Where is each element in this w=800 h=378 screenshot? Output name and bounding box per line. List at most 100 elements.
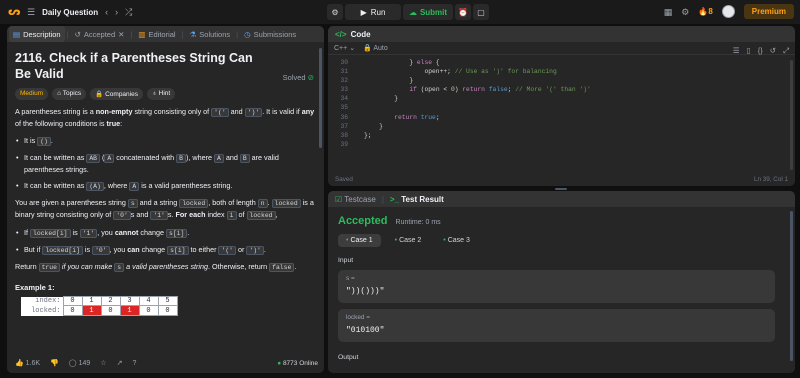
list-item: If locked[i] is '1', you cannot change s… (15, 227, 316, 239)
line-number: 32 (340, 77, 348, 85)
prev-problem-icon[interactable]: ‹ (105, 7, 108, 17)
problem-list-icon[interactable]: ☰ (27, 7, 35, 17)
description-panel: ▤ Description | ↺ Accepted ✕ | ▥ Editorial |… (7, 26, 324, 373)
online-dot-icon: ● (277, 359, 282, 367)
problem-list-title[interactable]: Daily Question (42, 8, 98, 17)
table-cell: 3 (119, 296, 140, 306)
tab-submissions[interactable]: ◷ Submissions (240, 26, 300, 42)
input-s-box: s = "))()))" (338, 270, 775, 303)
star-icon[interactable]: ☆ (100, 359, 106, 367)
run-button[interactable]: ▶ Run (345, 4, 401, 20)
code-line: 34 } (328, 94, 795, 103)
thumbs-up-icon: 👍 (15, 360, 24, 367)
tab-divider: | (181, 29, 184, 39)
param-value: "))()))" (346, 287, 385, 296)
hint-chip[interactable]: ♁ Hint (146, 88, 176, 100)
code-panel: </> Code C++ ⌄ 🔒 Auto ☰ ▯ {} ↺ ⤢ 30 } els… (328, 26, 795, 186)
tab-description[interactable]: ▤ Description (9, 26, 65, 42)
notes-icon[interactable]: ▢ (473, 4, 489, 20)
page-title: 2116. Check if a Parentheses String Can … (15, 51, 253, 81)
reset-icon[interactable]: ↺ (770, 46, 776, 56)
save-status: Saved (335, 176, 353, 183)
share-icon[interactable]: ↗ (117, 359, 123, 367)
submit-button[interactable]: ☁ Submit (403, 4, 453, 20)
conditions-list: It is (). It can be written as AB (A con… (15, 135, 316, 192)
layout-icon[interactable]: ▦ (664, 7, 673, 17)
avatar[interactable] (721, 5, 735, 18)
chevron-down-icon: ⌄ (349, 45, 356, 52)
history-icon: ↺ (74, 29, 81, 39)
tab-editorial[interactable]: ▥ Editorial (134, 26, 179, 42)
next-problem-icon[interactable]: › (115, 7, 118, 17)
code-editor[interactable]: 30 } else {31 open++; // Use as ')' for … (328, 55, 795, 149)
chip-label: Companies (105, 91, 138, 98)
list-item: It can be written as (A), where A is a v… (15, 180, 316, 192)
pass-dot-icon: • (346, 237, 349, 244)
check-circle-icon: ⊘ (307, 73, 314, 82)
line-code: open++; // Use as ')' for balancing (364, 68, 557, 76)
online-label: 8773 Online (282, 359, 318, 367)
scrollbar[interactable] (790, 211, 793, 361)
line-code: } (364, 95, 399, 103)
test-result-panel: ☑ Testcase | >_ Test Result Accepted Run… (328, 191, 795, 373)
scrollbar[interactable] (319, 48, 322, 148)
dislike-icon[interactable]: 👎 (50, 359, 59, 367)
debug-icon[interactable]: ⚙ (327, 4, 343, 20)
code-line: 32 } (328, 76, 795, 85)
help-icon[interactable]: ? (132, 360, 136, 367)
table-cell: 0 (157, 305, 178, 316)
braces-icon[interactable]: {} (758, 46, 763, 56)
streak-counter[interactable]: 🔥8 (698, 7, 712, 16)
topics-chip[interactable]: ⌂ Topics (52, 88, 87, 100)
case-tab-1[interactable]: • Case 1 (338, 234, 381, 247)
alarm-icon[interactable]: ⏰ (455, 4, 471, 20)
case-label: Case 2 (399, 237, 422, 244)
cursor-position: Ln 39, Col 1 (754, 176, 788, 183)
companies-chip[interactable]: 🔒 Companies (90, 88, 143, 100)
chip-label: Hint (158, 90, 171, 97)
notes-icon[interactable]: ☰ (733, 46, 740, 56)
close-icon[interactable]: ✕ (118, 30, 124, 39)
run-label: Run (370, 7, 386, 17)
leetcode-logo-icon[interactable]: ᔕ (8, 6, 21, 18)
pass-dot-icon: • (443, 237, 446, 244)
result-tabbar: ☑ Testcase | >_ Test Result (328, 191, 795, 207)
like-button[interactable]: 👍 1.6K (15, 359, 40, 367)
param-label: locked = (346, 314, 370, 321)
tab-solutions[interactable]: ⚗ Solutions (186, 26, 235, 42)
tab-divider: | (66, 29, 69, 39)
scrollbar[interactable] (790, 60, 793, 170)
autocomplete-toggle[interactable]: 🔒 Auto (363, 44, 388, 52)
resize-handle[interactable] (555, 188, 567, 190)
language-select[interactable]: C++ ⌄ (334, 44, 355, 52)
case-tab-3[interactable]: • Case 3 (435, 234, 478, 247)
case-tab-2[interactable]: • Case 2 (387, 234, 430, 247)
comments-button[interactable]: ◯ 149 (69, 359, 90, 367)
tab-test-result[interactable]: >_ Test Result (390, 195, 444, 204)
tab-testcase[interactable]: ☑ Testcase (335, 195, 376, 204)
lock-icon: 🔒 (363, 45, 372, 52)
chip-label: Topics (62, 90, 82, 97)
cloud-upload-icon: ☁ (408, 7, 417, 17)
premium-button[interactable]: Premium (743, 4, 794, 19)
case-label: Case 1 (350, 237, 373, 244)
tab-label: Accepted (83, 29, 116, 39)
line-number: 33 (340, 86, 348, 94)
result-status: Accepted Runtime: 0 ms (328, 207, 795, 227)
description-paragraph: A parentheses string is a non-empty stri… (15, 107, 315, 128)
fullscreen-icon[interactable]: ⤢ (783, 46, 789, 56)
bookmark-icon[interactable]: ▯ (747, 46, 751, 56)
settings-gear-icon[interactable]: ⚙ (681, 7, 689, 17)
play-icon: ▶ (360, 7, 367, 17)
code-line: 31 open++; // Use as ')' for balancing (328, 67, 795, 76)
shuffle-icon[interactable]: ⤮ (125, 7, 132, 17)
input-label: Input (338, 257, 354, 264)
example-title: Example 1: (15, 283, 55, 292)
case-tabs: • Case 1 • Case 2 • Case 3 (328, 227, 795, 247)
tab-accepted[interactable]: ↺ Accepted ✕ (71, 26, 129, 42)
difficulty-badge[interactable]: Medium (15, 88, 49, 100)
line-number: 37 (340, 122, 348, 130)
code-line: 39 (328, 140, 795, 149)
line-code: } else { (364, 59, 440, 66)
online-count: ● 8773 Online (277, 360, 318, 367)
